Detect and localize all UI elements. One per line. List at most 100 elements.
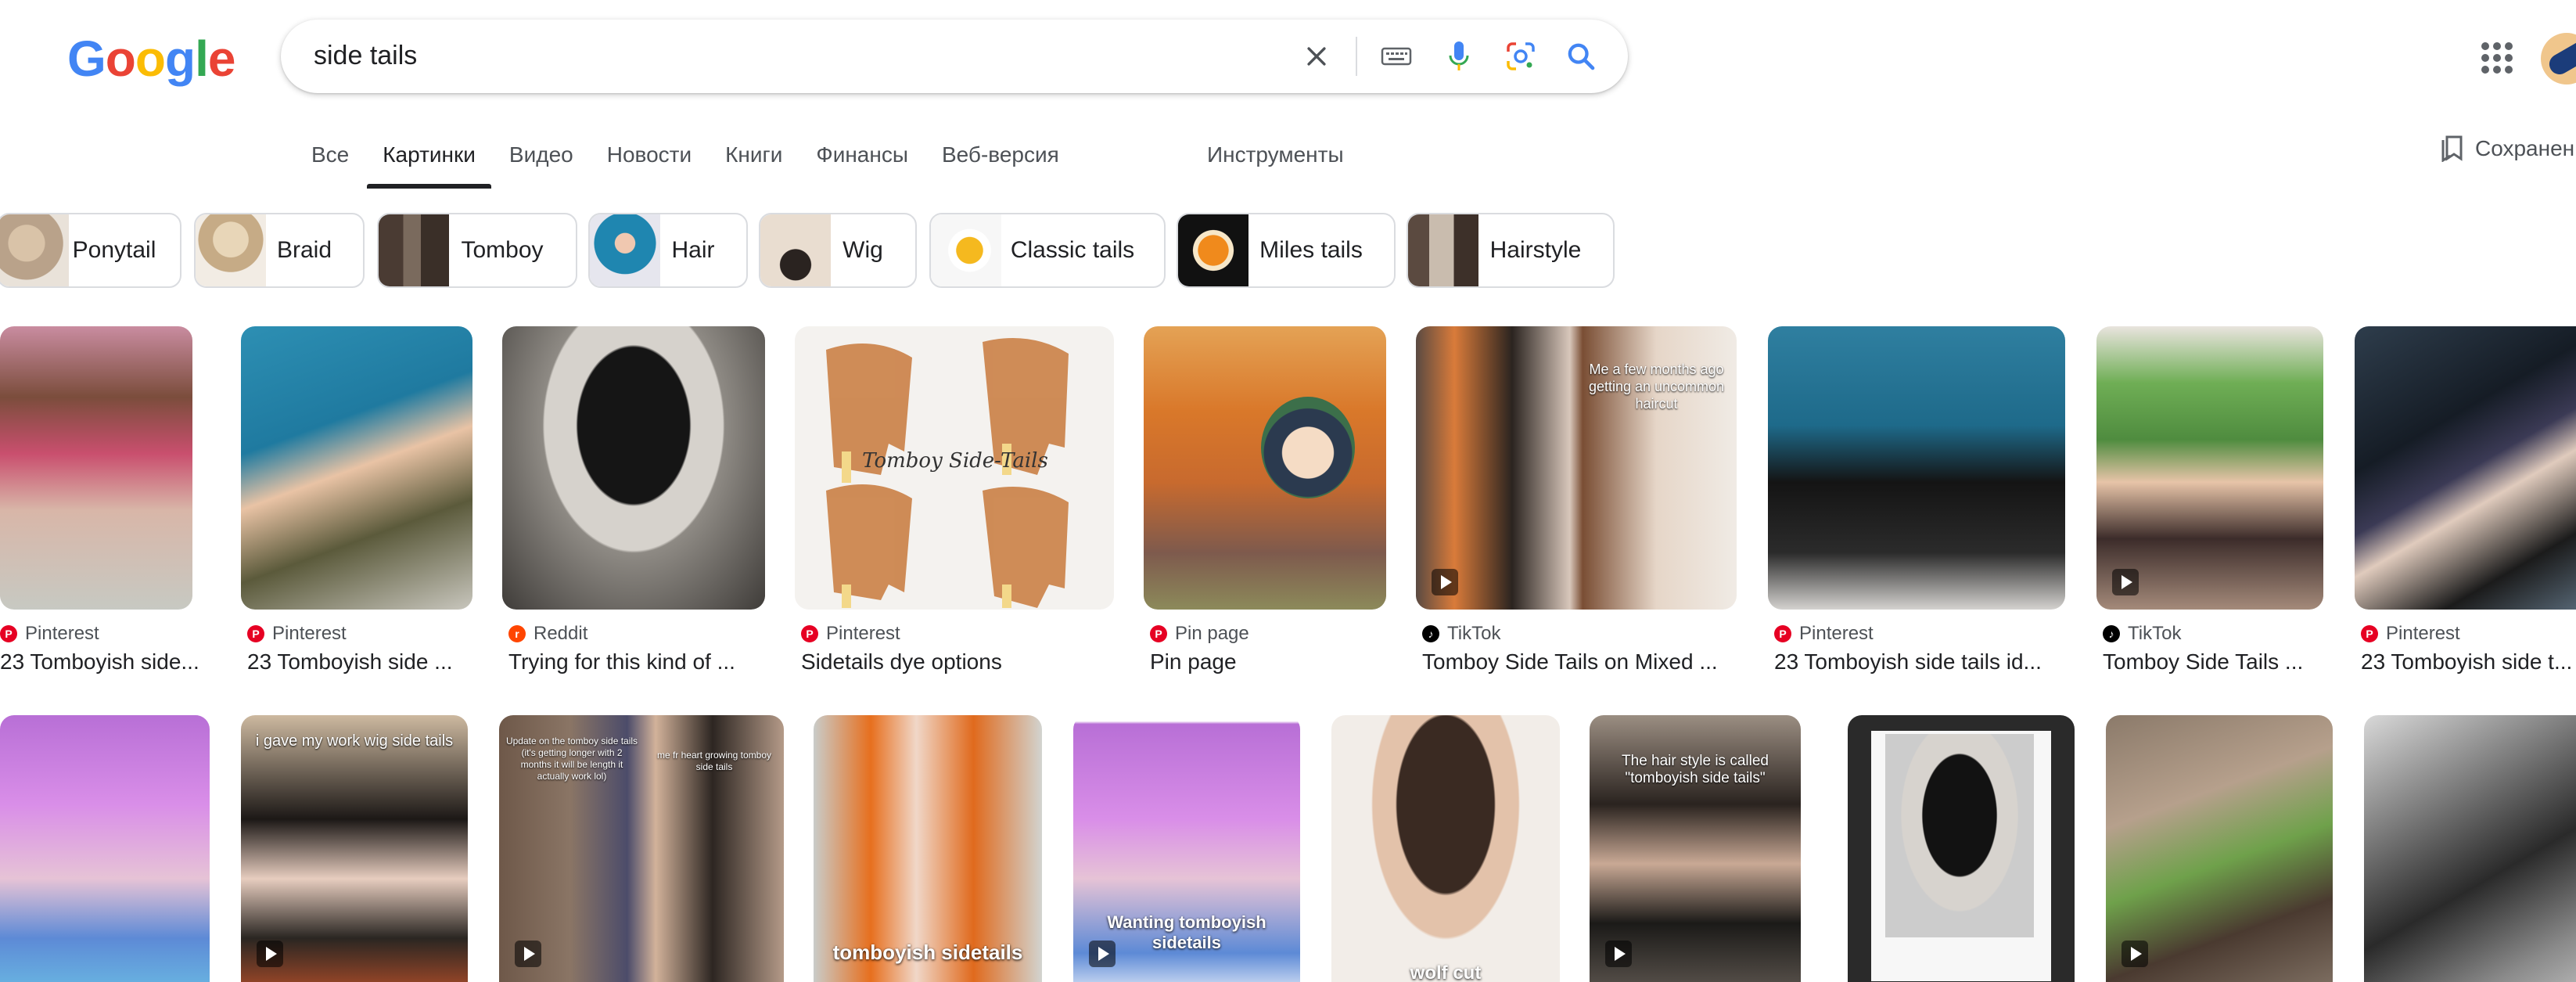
result-image[interactable]: Update on the tomboy side tails (it's ge…: [499, 715, 784, 982]
result-thumbnail: [2355, 326, 2576, 610]
pinterest-icon: P: [0, 625, 17, 642]
chip-thumbnail: [379, 214, 449, 286]
overlay-caption: The hair style is called "tomboyish side…: [1622, 753, 1769, 786]
overlay-caption: me fr heart growing tomboy side tails: [656, 750, 772, 772]
result-image[interactable]: tomboyish sidetails: [814, 715, 1042, 982]
result-title[interactable]: Pin page: [1150, 649, 1386, 674]
result-thumbnail: [2106, 715, 2333, 982]
sticker-overlay: [1261, 397, 1355, 498]
chip-hairstyle[interactable]: Hairstyle: [1407, 213, 1615, 288]
result-source[interactable]: P Pinterest: [801, 623, 900, 645]
result-title[interactable]: 23 Tomboyish side t...: [2361, 649, 2576, 674]
result-title[interactable]: Trying for this kind of ...: [508, 649, 768, 674]
tab-all[interactable]: Все: [311, 141, 349, 188]
source-label: Pinterest: [2386, 623, 2460, 644]
google-logo[interactable]: Google: [67, 31, 235, 86]
result-source[interactable]: P Pin page: [1150, 623, 1249, 645]
result-image[interactable]: [2096, 326, 2323, 610]
chip-miles-tails[interactable]: Miles tails: [1177, 213, 1396, 288]
video-play-icon: [2122, 941, 2148, 967]
tab-videos[interactable]: Видео: [509, 141, 573, 188]
tools-button[interactable]: Инструменты: [1207, 141, 1344, 169]
result-image[interactable]: [1768, 326, 2065, 610]
result-thumbnail: [0, 715, 210, 982]
search-tabs: Все Картинки Видео Новости Книги Финансы…: [311, 141, 1093, 189]
hairstyle-drawing: Tomboy Side-Tails: [826, 338, 1069, 608]
microphone-icon[interactable]: [1440, 38, 1478, 75]
logo-letter: g: [164, 31, 196, 87]
reddit-icon: r: [508, 625, 526, 642]
chip-ponytail[interactable]: Ponytail: [0, 213, 181, 288]
chip-braid[interactable]: Braid: [194, 213, 365, 288]
chip-wig[interactable]: Wig: [759, 213, 917, 288]
apps-grid-icon[interactable]: [2480, 41, 2514, 75]
result-image[interactable]: The hair style is called "tomboyish side…: [1590, 715, 1801, 982]
result-thumbnail: [2096, 326, 2323, 610]
result-image[interactable]: [1848, 715, 2075, 982]
result-image[interactable]: [0, 715, 210, 982]
result-image[interactable]: i gave my work wig side tails: [241, 715, 468, 982]
search-box[interactable]: side tails: [281, 20, 1628, 93]
chip-hair[interactable]: Hair: [588, 213, 748, 288]
result-title[interactable]: Tomboy Side Tails ...: [2103, 649, 2326, 674]
result-image[interactable]: [2106, 715, 2333, 982]
video-play-icon: [1605, 941, 1632, 967]
logo-letter: o: [135, 31, 166, 87]
result-title[interactable]: Tomboy Side Tails on Mixed ...: [1422, 649, 1738, 674]
result-source[interactable]: ♪ TikTok: [1422, 623, 1500, 645]
chip-classic-tails[interactable]: Classic tails: [929, 213, 1166, 288]
account-avatar[interactable]: [2541, 33, 2576, 85]
result-thumbnail: wolf cut: [1331, 715, 1560, 982]
result-thumbnail: Update on the tomboy side tails (it's ge…: [499, 715, 784, 982]
chip-thumbnail: [1178, 214, 1248, 286]
chip-tomboy[interactable]: Tomboy: [377, 213, 577, 288]
pinterest-icon: P: [801, 625, 818, 642]
result-image[interactable]: Tomboy Side-Tails: [795, 326, 1114, 610]
tab-news[interactable]: Новости: [607, 141, 692, 188]
pinterest-icon: P: [247, 625, 264, 642]
video-play-icon: [257, 941, 283, 967]
result-title[interactable]: 23 Tomboyish side...: [0, 649, 202, 674]
result-image[interactable]: [241, 326, 472, 610]
chip-thumbnail: [931, 214, 1001, 286]
logo-letter: l: [195, 31, 209, 87]
result-source[interactable]: ♪ TikTok: [2103, 623, 2181, 645]
result-image[interactable]: [2364, 715, 2576, 982]
result-image[interactable]: Wanting tomboyish sidetails: [1073, 715, 1300, 982]
result-thumbnail: [1768, 326, 2065, 610]
result-title[interactable]: 23 Tomboyish side tails id...: [1774, 649, 2064, 674]
search-input[interactable]: side tails: [314, 38, 417, 73]
result-source[interactable]: P Pinterest: [1774, 623, 1874, 645]
result-image[interactable]: [1144, 326, 1386, 610]
result-image[interactable]: [0, 326, 192, 610]
saved-button[interactable]: Сохранен: [2441, 135, 2574, 163]
result-title[interactable]: 23 Tomboyish side ...: [247, 649, 474, 674]
result-thumbnail: [0, 326, 192, 610]
search-icon[interactable]: [1562, 38, 1600, 75]
overlay-caption: Update on the tomboy side tails (it's ge…: [505, 736, 638, 782]
result-image[interactable]: wolf cut: [1331, 715, 1560, 982]
result-source[interactable]: P Pinterest: [0, 623, 99, 645]
logo-letter: e: [207, 31, 236, 87]
result-title[interactable]: Sidetails dye options: [801, 649, 1117, 674]
tab-books[interactable]: Книги: [725, 141, 782, 188]
result-source[interactable]: P Pinterest: [247, 623, 347, 645]
result-image[interactable]: [2355, 326, 2576, 610]
result-image[interactable]: [502, 326, 765, 610]
chip-thumbnail: [590, 214, 660, 286]
chip-label: Wig: [842, 237, 883, 263]
video-play-icon: [1432, 569, 1458, 595]
video-play-icon: [2112, 569, 2139, 595]
clear-icon[interactable]: [1298, 38, 1335, 75]
tab-web[interactable]: Веб-версия: [942, 141, 1059, 188]
keyboard-icon[interactable]: [1378, 38, 1415, 75]
result-image[interactable]: Me a few months ago getting an uncommon …: [1416, 326, 1737, 610]
result-source[interactable]: r Reddit: [508, 623, 587, 645]
overlay-caption: tomboyish sidetails: [832, 941, 1023, 964]
chip-thumbnail: [760, 214, 831, 286]
result-source[interactable]: P Pinterest: [2361, 623, 2460, 645]
tab-finance[interactable]: Финансы: [816, 141, 908, 188]
lens-icon[interactable]: [1502, 38, 1539, 75]
source-label: TikTok: [2128, 623, 2182, 644]
tab-images[interactable]: Картинки: [367, 141, 491, 189]
